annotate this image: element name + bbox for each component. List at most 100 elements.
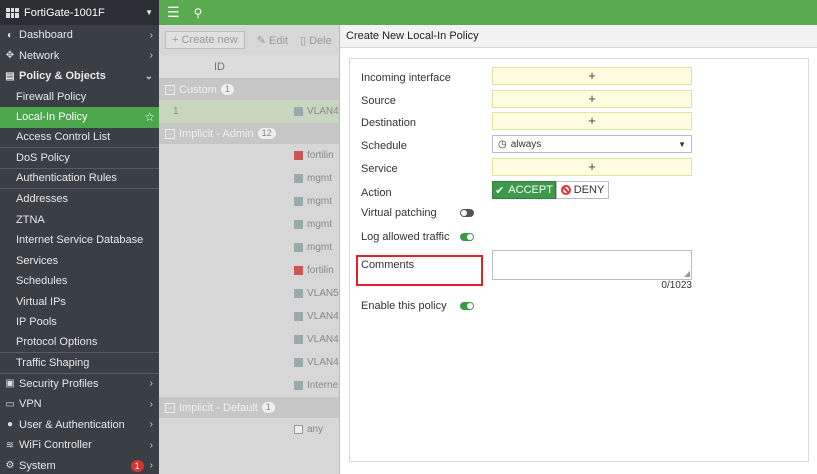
interface-icon bbox=[294, 107, 303, 116]
sidebar-subitem-services[interactable]: Services bbox=[0, 251, 159, 272]
sidebar-item-policy-objects[interactable]: ▤ Policy & Objects ⌄ bbox=[0, 66, 159, 87]
row-id: 1 bbox=[173, 106, 179, 117]
sidebar-subitem-access-control-list[interactable]: Access Control List bbox=[0, 128, 159, 148]
notification-badge: 1 bbox=[130, 459, 144, 472]
group-header-implicit-admin[interactable]: − Implicit - Admin 12 bbox=[159, 123, 339, 144]
sidebar-subitem-ztna[interactable]: ZTNA bbox=[0, 210, 159, 231]
collapse-icon: − bbox=[165, 128, 175, 139]
destination-field[interactable]: + bbox=[492, 112, 692, 130]
interface-icon bbox=[294, 312, 303, 321]
table-row[interactable]: VLAN4 bbox=[159, 351, 339, 374]
chevron-right-icon: › bbox=[149, 419, 153, 431]
row-entry: mgmt bbox=[307, 242, 332, 253]
comments-textarea[interactable]: ◢ bbox=[492, 250, 692, 280]
sidebar-item-wifi-controller[interactable]: ≋ WiFi Controller › bbox=[0, 435, 159, 456]
group-header-implicit-default[interactable]: − Implicit - Default 1 bbox=[159, 397, 339, 418]
table-row[interactable]: mgmt bbox=[159, 167, 339, 190]
top-bar: ☰ ⚲ bbox=[159, 0, 817, 25]
sidebar-subitem-firewall-policy[interactable]: Firewall Policy bbox=[0, 87, 159, 108]
log-allowed-traffic-toggle[interactable] bbox=[460, 233, 474, 241]
table-row[interactable]: VLAN5 bbox=[159, 282, 339, 305]
row-entry: VLAN4 bbox=[307, 311, 339, 322]
schedule-icon: ◷ bbox=[498, 138, 507, 150]
comments-counter: 0/1023 bbox=[661, 280, 692, 291]
sidebar-item-network[interactable]: ✥ Network › bbox=[0, 46, 159, 67]
group-count: 1 bbox=[261, 402, 275, 413]
table-row[interactable]: VLAN4 bbox=[159, 305, 339, 328]
log-allowed-traffic-label: Log allowed traffic bbox=[361, 231, 450, 243]
virtual-patching-toggle[interactable] bbox=[460, 209, 474, 217]
accept-button[interactable]: ✔ ACCEPT bbox=[492, 181, 556, 199]
edit-button[interactable]: ✎ Edit bbox=[257, 34, 288, 47]
column-header-id[interactable]: ID bbox=[159, 55, 339, 79]
sidebar-item-vpn[interactable]: ▭ VPN › bbox=[0, 394, 159, 415]
destination-label: Destination bbox=[361, 117, 417, 129]
chevron-down-icon: ⌄ bbox=[144, 70, 153, 82]
table-row[interactable]: Interne bbox=[159, 374, 339, 397]
lock-icon: ▣ bbox=[5, 378, 15, 390]
sidebar-subitem-local-in-policy[interactable]: Local-In Policy ☆ bbox=[0, 107, 159, 128]
sidebar-subitem-dos-policy[interactable]: DoS Policy bbox=[0, 148, 159, 169]
sidebar-item-system[interactable]: ⚙ System 1 › bbox=[0, 456, 159, 474]
sidebar-item-user-authentication[interactable]: ● User & Authentication › bbox=[0, 415, 159, 436]
group-label: Custom bbox=[179, 83, 217, 96]
table-row[interactable]: any bbox=[159, 418, 339, 441]
search-icon[interactable]: ⚲ bbox=[194, 6, 203, 20]
sidebar-subitem-addresses[interactable]: Addresses bbox=[0, 189, 159, 210]
create-new-button[interactable]: + Create new bbox=[165, 31, 245, 49]
chevron-right-icon: › bbox=[149, 439, 153, 451]
interface-icon bbox=[294, 381, 303, 390]
row-entry: mgmt bbox=[307, 196, 332, 207]
policy-icon: ▤ bbox=[5, 70, 15, 82]
create-local-in-policy-dialog: Create New Local-In Policy Incoming inte… bbox=[339, 25, 817, 474]
fortilink-icon bbox=[294, 151, 303, 160]
menu-icon[interactable]: ☰ bbox=[167, 4, 180, 21]
chevron-right-icon: › bbox=[149, 460, 153, 472]
star-icon[interactable]: ☆ bbox=[144, 110, 155, 124]
interface-icon bbox=[294, 289, 303, 298]
table-row[interactable]: mgmt bbox=[159, 213, 339, 236]
sidebar-subitem-protocol-options[interactable]: Protocol Options bbox=[0, 333, 159, 353]
group-label: Implicit - Default bbox=[179, 401, 258, 414]
enable-policy-toggle[interactable] bbox=[460, 302, 474, 310]
row-entry: VLAN4 bbox=[307, 357, 339, 368]
incoming-interface-field[interactable]: + bbox=[492, 67, 692, 85]
table-row[interactable]: VLAN4 bbox=[159, 328, 339, 351]
sidebar-item-dashboard[interactable]: ◐ Dashboard › bbox=[0, 25, 159, 46]
group-header-custom[interactable]: − Custom 1 bbox=[159, 79, 339, 100]
user-icon: ● bbox=[6, 419, 14, 431]
schedule-select[interactable]: ◷ always ▼ bbox=[492, 135, 692, 153]
sidebar-subitem-internet-service-database[interactable]: Internet Service Database bbox=[0, 230, 159, 251]
table-row[interactable]: mgmt bbox=[159, 236, 339, 259]
row-entry: fortilin bbox=[307, 265, 334, 276]
group-count: 12 bbox=[257, 128, 276, 139]
sidebar-item-security-profiles[interactable]: ▣ Security Profiles › bbox=[0, 374, 159, 395]
service-field[interactable]: + bbox=[492, 158, 692, 176]
gear-icon: ⚙ bbox=[5, 460, 15, 472]
sidebar: FortiGate-1001F ▼ ◐ Dashboard › ✥ Networ… bbox=[0, 0, 159, 474]
source-field[interactable]: + bbox=[492, 90, 692, 108]
schedule-label: Schedule bbox=[361, 140, 407, 152]
resize-grip-icon[interactable]: ◢ bbox=[684, 269, 690, 278]
collapse-icon: − bbox=[165, 402, 175, 413]
comments-label: Comments bbox=[361, 259, 415, 271]
interface-icon bbox=[294, 174, 303, 183]
sidebar-subitem-label: Local-In Policy bbox=[16, 111, 88, 124]
table-row[interactable]: mgmt bbox=[159, 190, 339, 213]
table-row[interactable]: fortilin bbox=[159, 144, 339, 167]
row-entry: fortilin bbox=[307, 150, 334, 161]
sidebar-subitem-ip-pools[interactable]: IP Pools bbox=[0, 312, 159, 333]
sidebar-subitem-traffic-shaping[interactable]: Traffic Shaping bbox=[0, 353, 159, 374]
fortigate-logo-icon bbox=[6, 7, 19, 18]
interface-icon bbox=[294, 335, 303, 344]
table-row[interactable]: fortilin bbox=[159, 259, 339, 282]
device-selector[interactable]: FortiGate-1001F ▼ bbox=[0, 0, 159, 25]
sidebar-subitem-schedules[interactable]: Schedules bbox=[0, 271, 159, 292]
service-label: Service bbox=[361, 163, 398, 175]
sidebar-subitem-authentication-rules[interactable]: Authentication Rules bbox=[0, 169, 159, 189]
chevron-right-icon: › bbox=[149, 378, 153, 390]
sidebar-subitem-virtual-ips[interactable]: Virtual IPs bbox=[0, 292, 159, 313]
delete-button[interactable]: ▯ Dele bbox=[300, 34, 332, 47]
table-row[interactable]: 1 VLAN4 bbox=[159, 100, 339, 123]
deny-button[interactable]: DENY bbox=[556, 181, 609, 199]
